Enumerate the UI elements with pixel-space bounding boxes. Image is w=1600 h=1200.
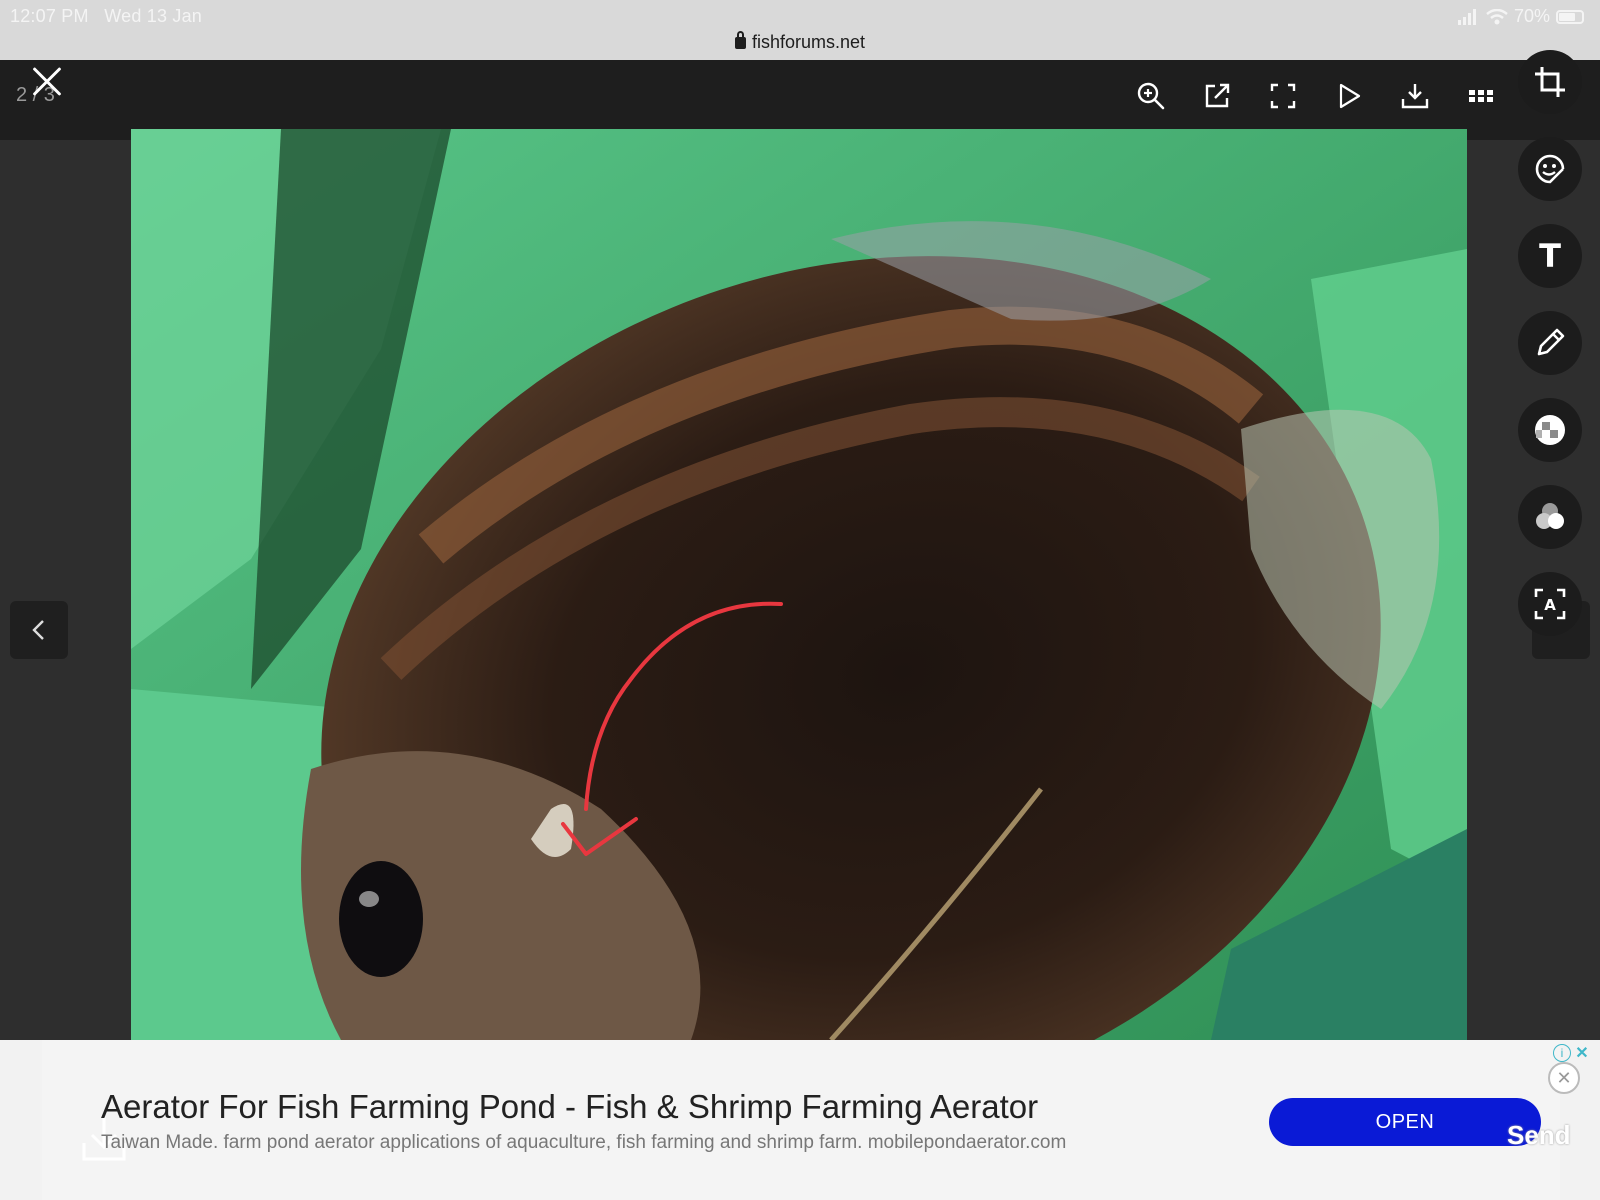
ad-description[interactable]: Taiwan Made. farm pond aerator applicati… <box>101 1132 1066 1154</box>
send-label[interactable]: Send <box>1507 1120 1571 1151</box>
close-ad-icon[interactable]: ✕ <box>1548 1062 1580 1094</box>
grid-icon[interactable] <box>1448 74 1514 118</box>
play-icon[interactable] <box>1316 74 1382 118</box>
pencil-icon[interactable] <box>1518 311 1582 375</box>
info-icon[interactable]: i <box>1553 1044 1571 1062</box>
status-date: Wed 13 Jan <box>104 6 202 26</box>
viewer-toolbar: 2 / 3 <box>0 60 1600 140</box>
ad-choices-close-icon[interactable]: ✕ <box>1573 1044 1591 1062</box>
url-bar[interactable]: fishforums.net <box>0 31 1600 53</box>
text-recognition-icon[interactable]: A <box>1518 572 1582 636</box>
edit-tools: T A <box>1518 50 1582 659</box>
status-indicators: 70% <box>1457 6 1584 27</box>
battery-icon <box>1556 9 1584 24</box>
wifi-icon <box>1486 8 1508 24</box>
viewer-tools <box>1118 74 1514 118</box>
download-icon[interactable] <box>1382 74 1448 118</box>
lock-icon <box>734 31 746 49</box>
chevron-left-icon <box>32 620 44 640</box>
battery-percent: 70% <box>1513 6 1550 26</box>
status-bar: 12:07 PM Wed 13 Jan 70% fishforums.net <box>0 0 1600 60</box>
svg-text:A: A <box>1544 596 1556 614</box>
mosaic-icon[interactable] <box>1518 398 1582 462</box>
zoom-in-icon[interactable] <box>1118 74 1184 118</box>
share-icon[interactable] <box>1184 74 1250 118</box>
fish-photo[interactable] <box>131 129 1467 1040</box>
crop-icon[interactable] <box>1518 50 1582 114</box>
fullscreen-icon[interactable] <box>1250 74 1316 118</box>
previous-button[interactable] <box>10 601 68 659</box>
text-icon[interactable]: T <box>1518 224 1582 288</box>
image-viewer: 2 / 3 T A <box>0 50 1600 1040</box>
ad-choices[interactable]: i ✕ <box>1553 1044 1593 1064</box>
filter-icon[interactable] <box>1518 485 1582 549</box>
sticker-icon[interactable] <box>1518 137 1582 201</box>
photo-canvas <box>131 129 1467 1040</box>
ad-content[interactable]: Aerator For Fish Farming Pond - Fish & S… <box>42 1040 1589 1200</box>
open-button[interactable]: OPEN <box>1269 1098 1541 1146</box>
signal-icon <box>1457 8 1476 25</box>
status-time: 12:07 PM Wed 13 Jan <box>10 6 202 26</box>
close-icon[interactable] <box>26 62 66 102</box>
ad-banner: Aerator For Fish Farming Pond - Fish & S… <box>0 1040 1600 1200</box>
ad-title[interactable]: Aerator For Fish Farming Pond - Fish & S… <box>101 1088 1038 1126</box>
url-text: fishforums.net <box>751 32 866 52</box>
